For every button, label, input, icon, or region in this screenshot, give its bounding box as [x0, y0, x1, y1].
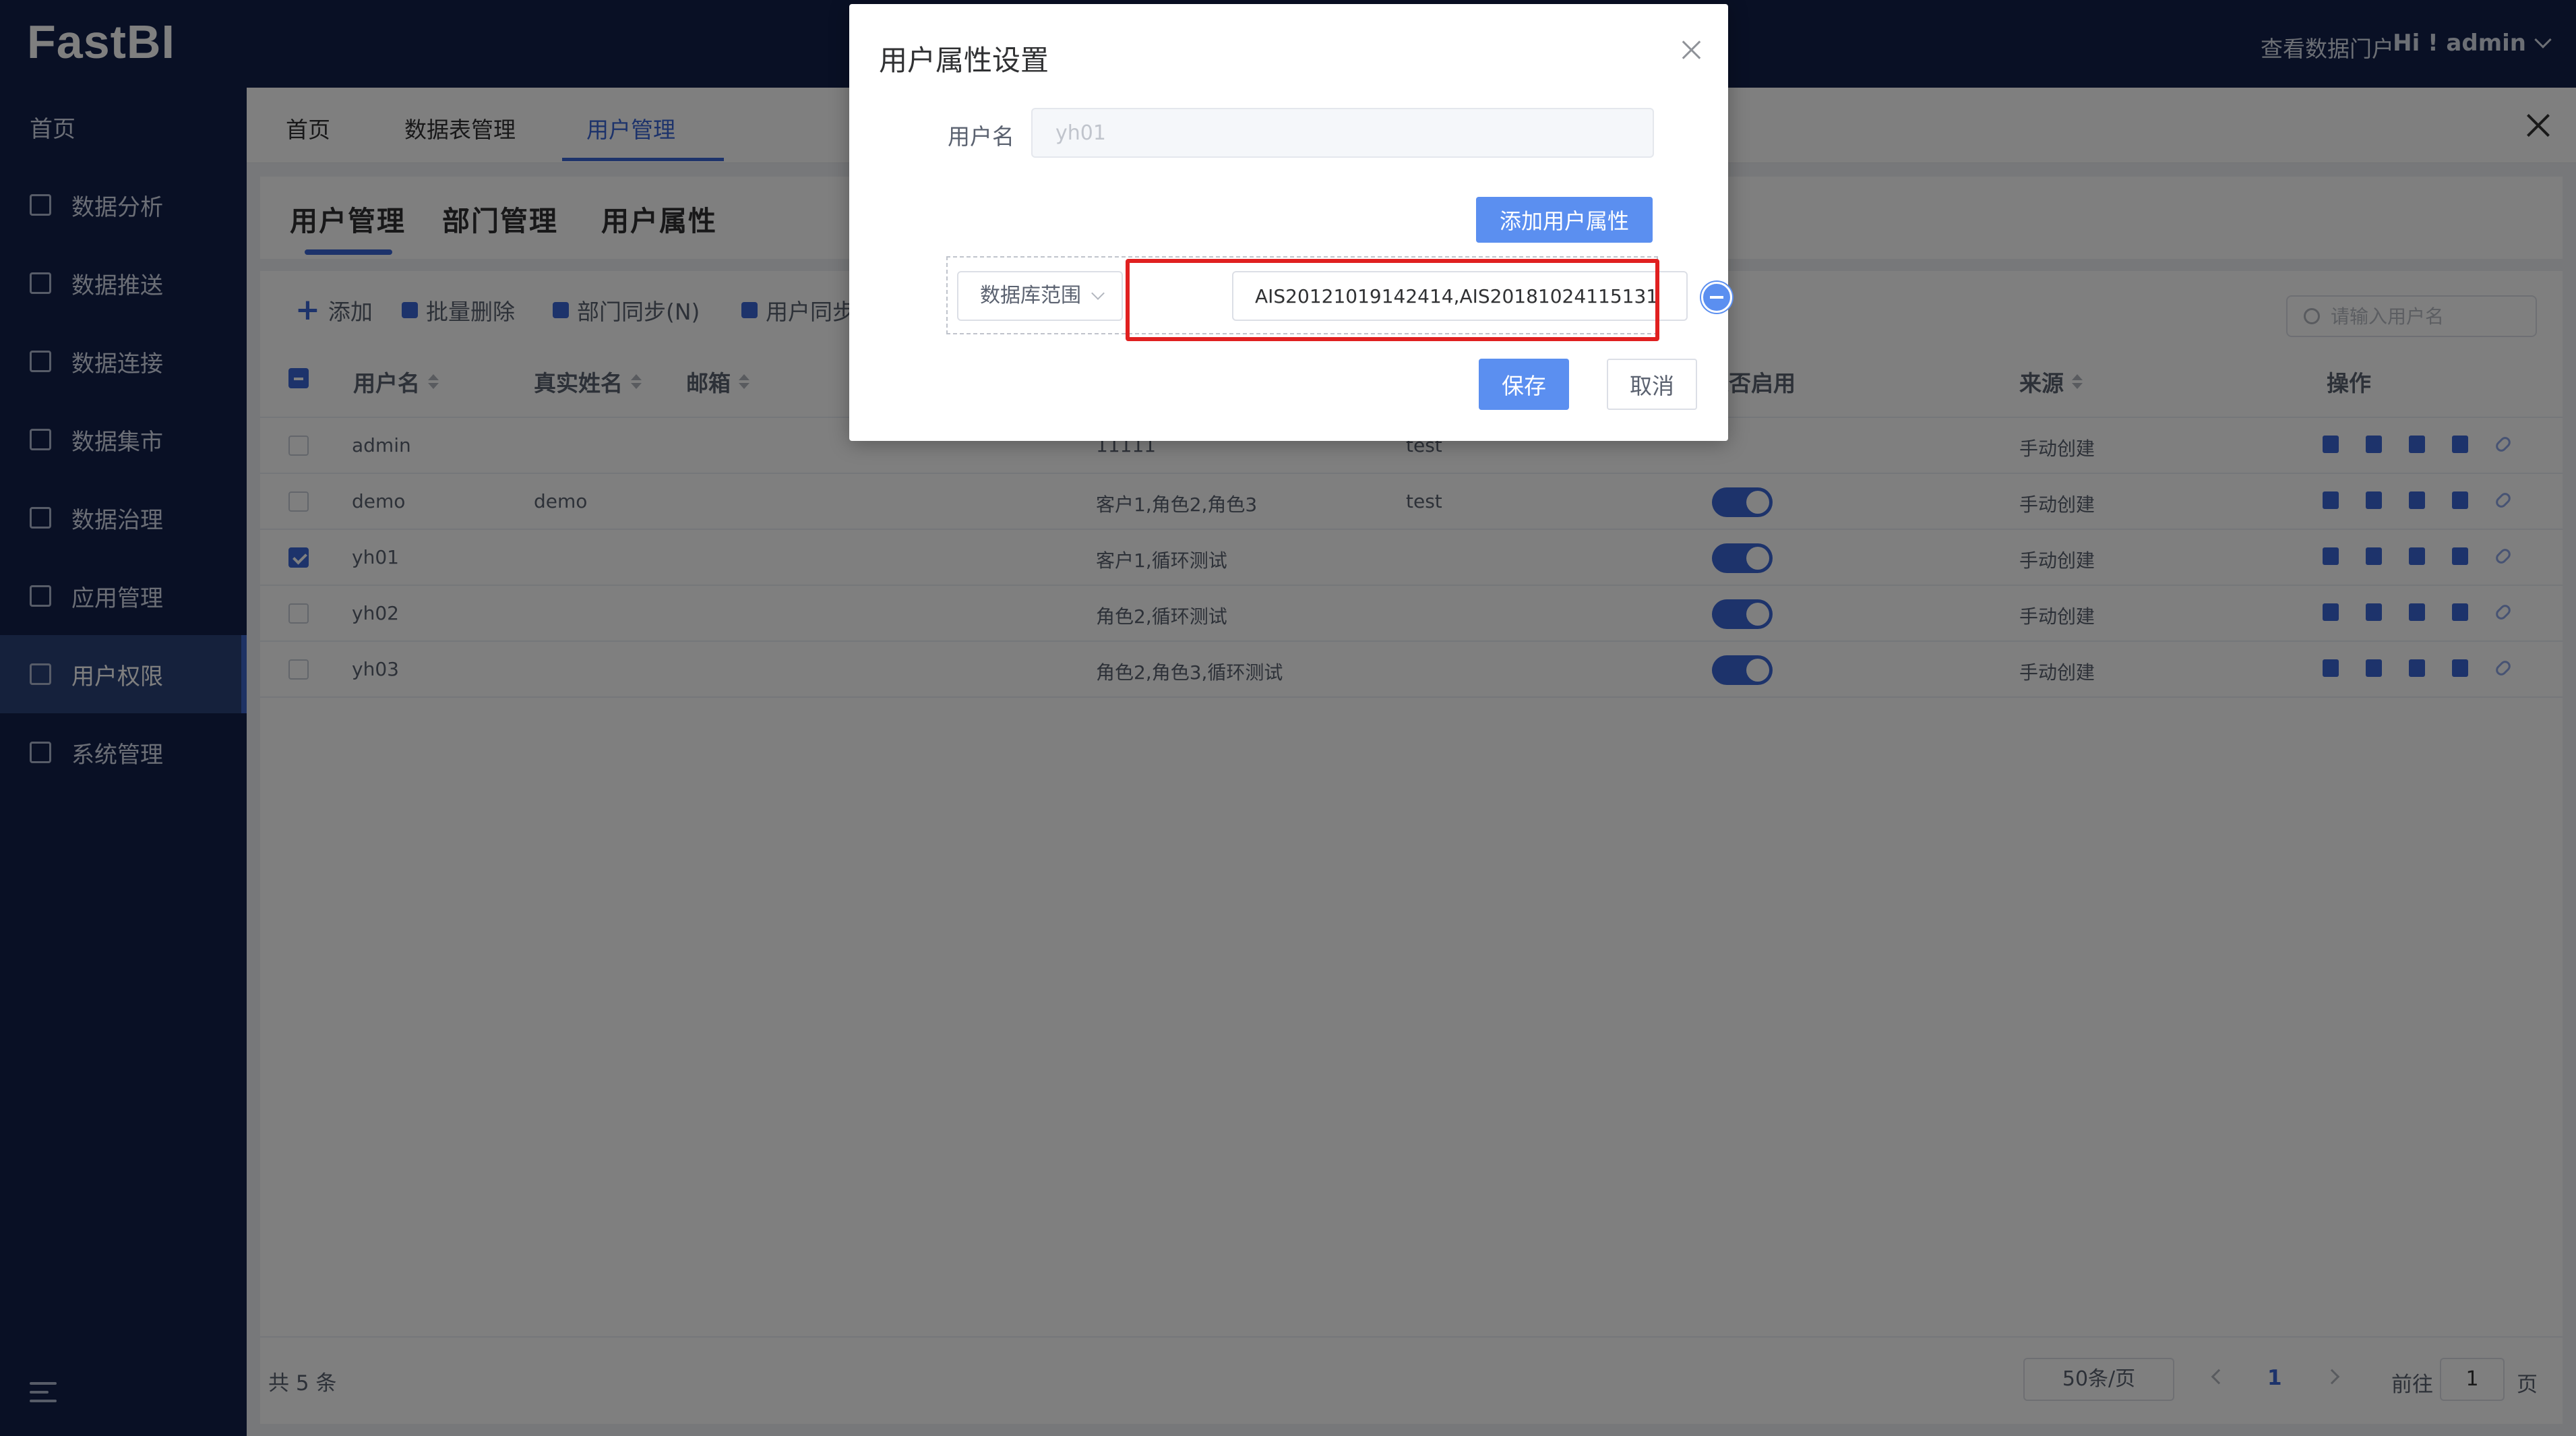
save-button[interactable]: 保存	[1479, 359, 1569, 410]
username-label: 用户名	[948, 123, 1014, 150]
remove-circle-icon[interactable]	[1701, 282, 1732, 313]
attribute-type-value: 数据库范围	[980, 284, 1081, 307]
user-attribute-dialog: 用户属性设置 用户名 添加用户属性 数据库范围 保存 取消	[849, 4, 1732, 441]
username-field	[1031, 108, 1654, 158]
chevron-down-icon	[1091, 287, 1105, 300]
add-user-attribute-button[interactable]: 添加用户属性	[1476, 197, 1653, 243]
close-icon[interactable]	[1682, 40, 1701, 59]
highlight-box	[1126, 259, 1659, 341]
cancel-button[interactable]: 取消	[1607, 359, 1697, 410]
dialog-title: 用户属性设置	[879, 44, 1049, 77]
attribute-type-select[interactable]: 数据库范围	[957, 271, 1123, 321]
